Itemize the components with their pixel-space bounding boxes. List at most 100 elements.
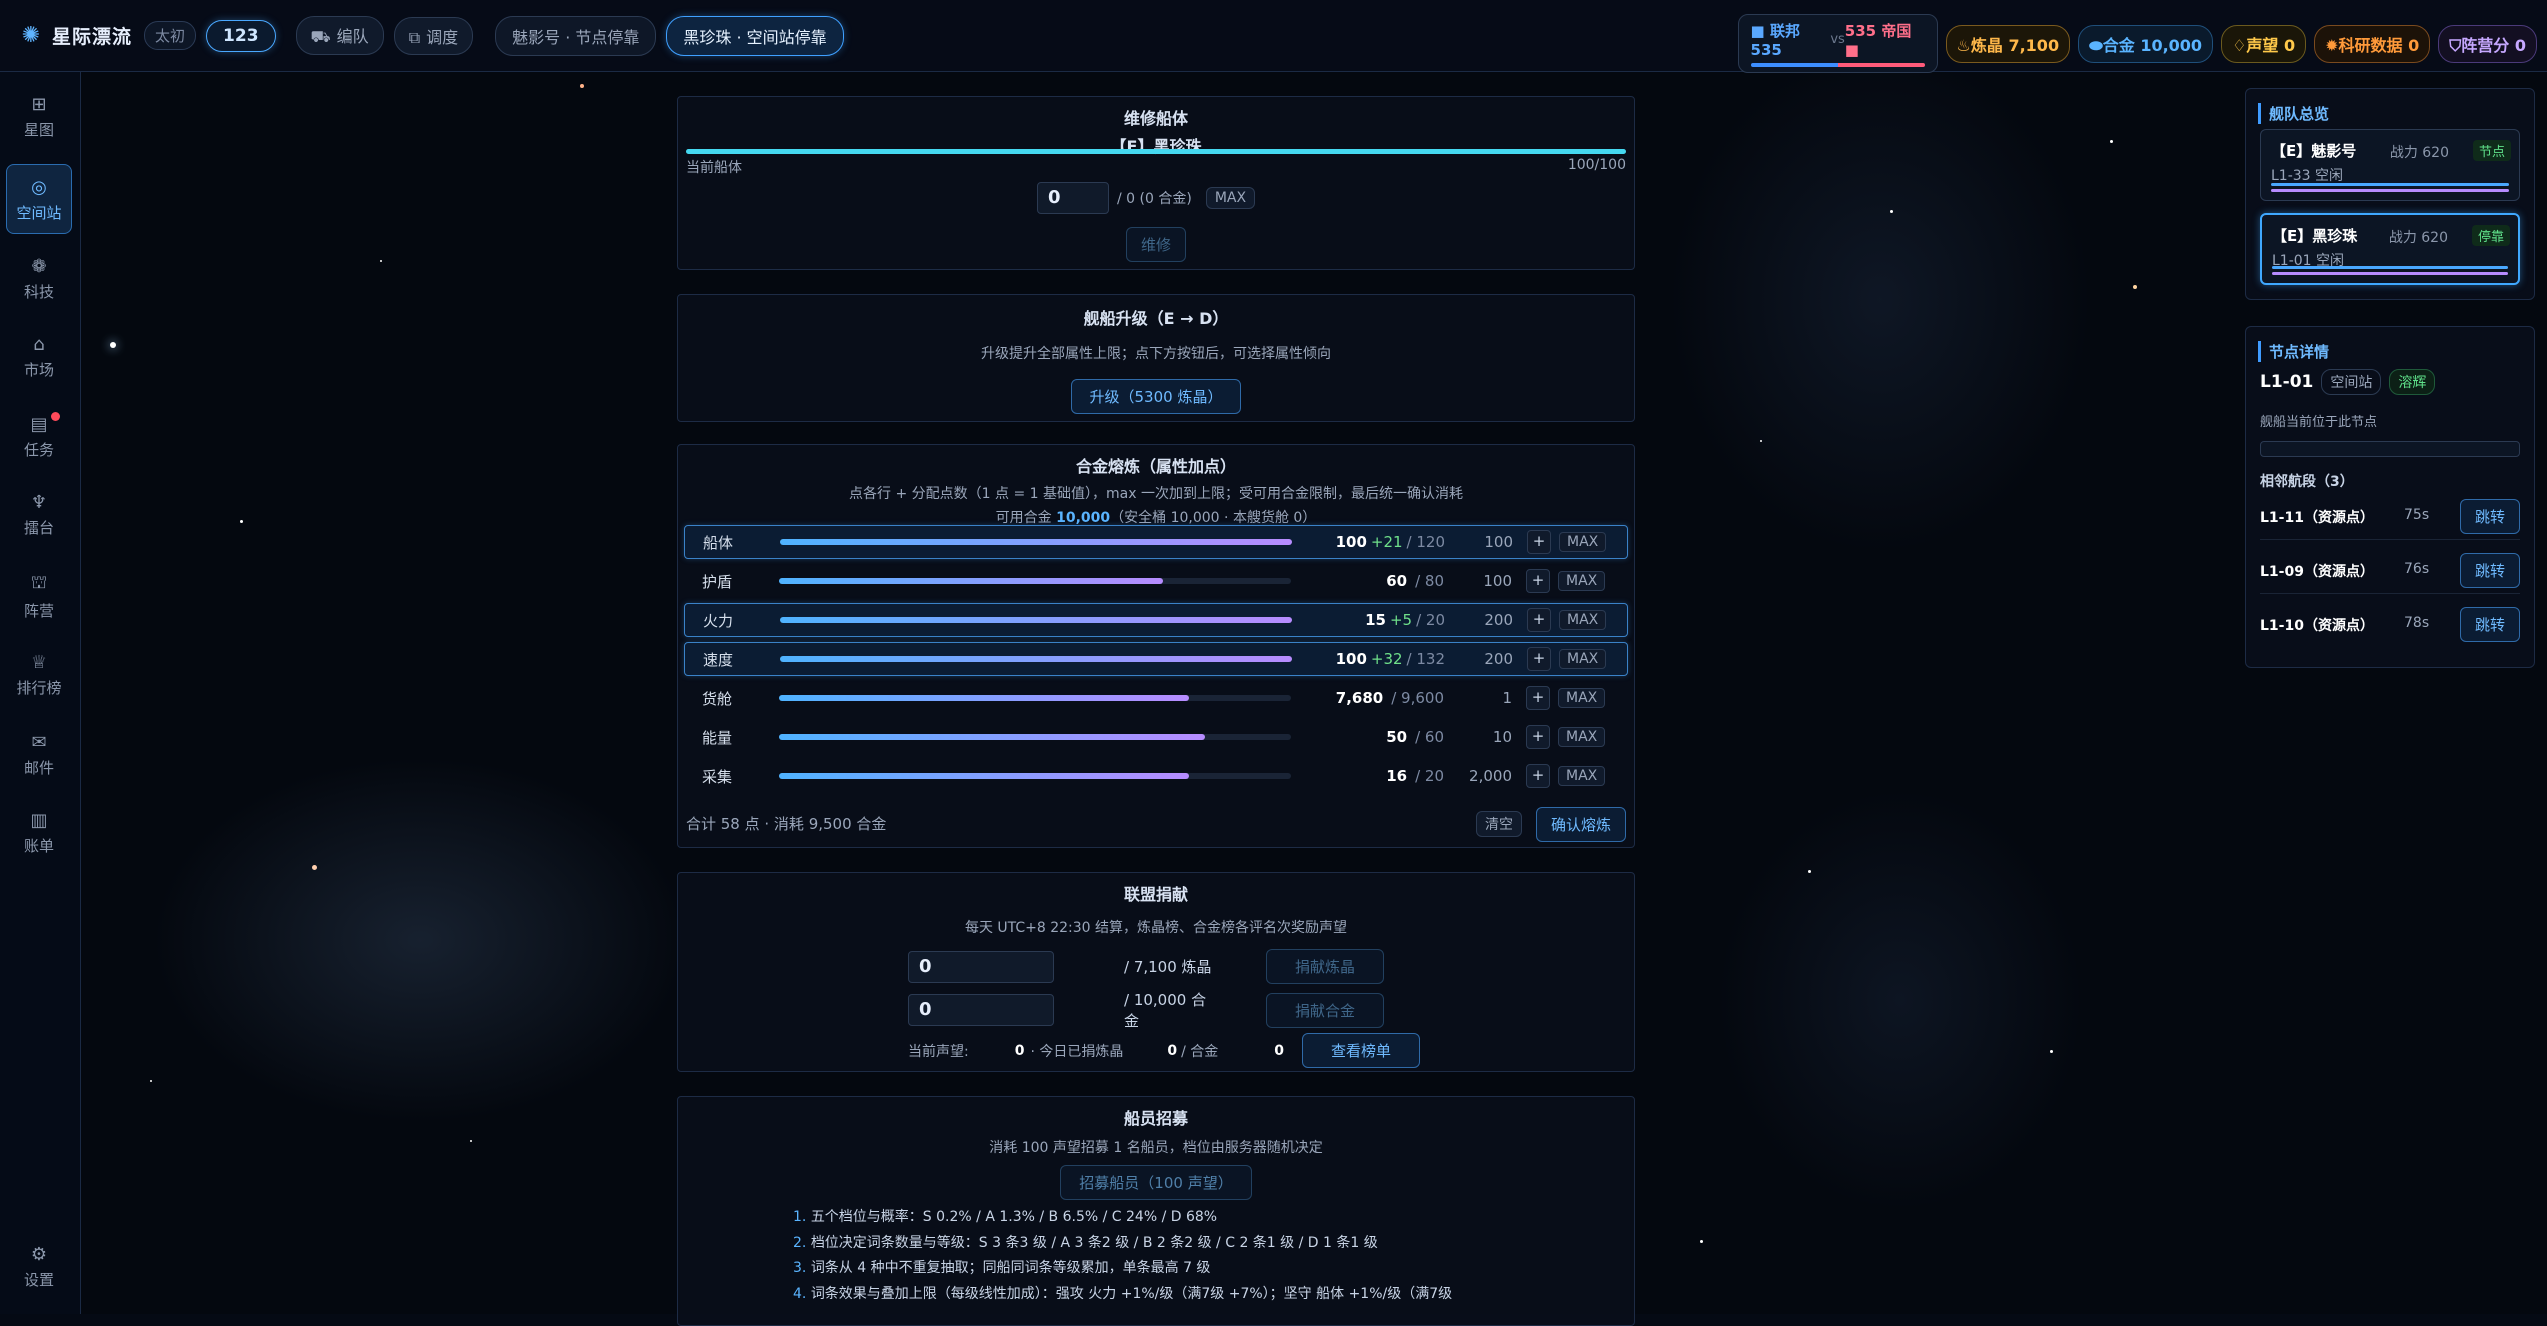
view-leaderboard-button[interactable]: 查看榜单 <box>1302 1033 1421 1068</box>
versus-bar <box>1750 63 1925 67</box>
repair-button[interactable]: 维修 <box>1125 227 1186 262</box>
list-item: 4. 词条效果与叠加上限（每级线性加成）：强攻 火力 +1%/级（满7级 +7%… <box>793 1285 1453 1302</box>
task-icon: ▤ <box>30 414 48 435</box>
attribute-max: / 132 <box>1406 650 1445 668</box>
max-point-button[interactable]: MAX <box>1558 766 1606 786</box>
sidebar-item-label: 设置 <box>23 1271 54 1289</box>
jump-button[interactable]: 跳转 <box>2459 499 2520 534</box>
gear-icon: ⚙ <box>30 1244 48 1265</box>
crystal-donate-text: / 7,100 炼晶 <box>1124 958 1212 976</box>
ship-tab-black-pearl[interactable]: 黑珍珠 · 空间站停靠 <box>666 15 844 56</box>
sidebar-item-leaderboard[interactable]: ♕ 排行榜 <box>6 640 72 710</box>
energy-mini-bar <box>2271 189 2509 192</box>
fleet-card-name: 【E】黑珍珠 <box>2272 227 2358 245</box>
neighbor-time: 76s <box>2404 561 2430 577</box>
fleet-button[interactable]: ⛟ 编队 <box>295 16 384 55</box>
add-point-button[interactable]: + <box>1527 647 1551 671</box>
faction-versus[interactable]: ■ 联邦 535 vs 535 帝国 ■ <box>1737 14 1938 73</box>
jump-button[interactable]: 跳转 <box>2459 607 2520 642</box>
sidebar-item-label: 科技 <box>23 283 54 301</box>
sidebar-item-settings[interactable]: ⚙ 设置 <box>6 1232 72 1302</box>
today-crystal-value: 0 <box>1167 1042 1178 1059</box>
app-logo[interactable]: ✺ 星际漂流 <box>18 22 132 49</box>
attribute-row: 货舱 7,680 / 9,600 1 + MAX <box>684 681 1628 715</box>
alloy-donate-input[interactable]: 0 <box>908 994 1054 1026</box>
rule-text: 五个档位与概率：S 0.2% / A 1.3% / B 6.5% / C 24%… <box>810 1209 1218 1225</box>
confirm-refine-button[interactable]: 确认熔炼 <box>1535 807 1626 842</box>
prestige-resource[interactable]: ♢声望 0 <box>2221 24 2307 63</box>
max-point-button[interactable]: MAX <box>1559 532 1607 552</box>
recruit-button-wrap: 招募船员（100 声望） <box>678 1165 1634 1200</box>
add-point-button[interactable]: + <box>1526 686 1550 710</box>
clear-button[interactable]: 清空 <box>1476 811 1522 837</box>
sidebar-item-camp[interactable]: ⛫ 阵营 <box>6 560 72 630</box>
max-point-button[interactable]: MAX <box>1558 688 1606 708</box>
fleet-card-black-pearl[interactable]: 【E】黑珍珠 战力 620 停靠 L1-01 空闲 <box>2260 213 2520 285</box>
recruit-button[interactable]: 招募船员（100 声望） <box>1060 1165 1252 1200</box>
hull-mini-bar <box>2272 266 2508 269</box>
fleet-icon: ⛟ <box>310 27 331 46</box>
add-point-button[interactable]: + <box>1526 725 1550 749</box>
hull-mini-bar <box>2271 183 2509 186</box>
empire-score: 535 <box>1844 22 1877 40</box>
alloy-refine-title: 合金熔炼（属性加点） <box>1075 457 1236 476</box>
attribute-max: / 80 <box>1415 572 1444 590</box>
upgrade-button-wrap: 升级（5300 炼晶） <box>678 379 1634 414</box>
max-point-button[interactable]: MAX <box>1559 610 1607 630</box>
sidebar-item-tech[interactable]: ❁ 科技 <box>6 244 72 314</box>
attribute-row: 护盾 60 / 80 100 + MAX <box>684 564 1628 598</box>
repair-amount-input[interactable]: 0 <box>1037 182 1109 214</box>
jump-button[interactable]: 跳转 <box>2459 553 2520 588</box>
sidebar-item-label: 任务 <box>23 441 54 459</box>
sidebar-item-label: 排行榜 <box>16 679 62 697</box>
sidebar-item-mail[interactable]: ✉ 邮件 <box>6 720 72 790</box>
donate-alloy-button[interactable]: 捐献合金 <box>1266 992 1384 1028</box>
player-number-badge[interactable]: 123 <box>206 19 276 52</box>
attribute-max: / 20 <box>1416 611 1445 629</box>
upgrade-button[interactable]: 升级（5300 炼晶） <box>1070 379 1242 414</box>
attribute-bar-fill <box>779 773 1189 779</box>
fleet-card-phantom[interactable]: 【E】魅影号 战力 620 节点 L1-33 空闲 <box>2260 129 2520 201</box>
sidebar-item-arena[interactable]: ♆ 擂台 <box>6 480 72 550</box>
sidebar-item-tasks[interactable]: ▤ 任务 <box>6 402 72 472</box>
repair-max-button[interactable]: MAX <box>1205 187 1256 209</box>
max-point-button[interactable]: MAX <box>1559 649 1607 669</box>
attribute-added: +32 <box>1370 650 1403 668</box>
node-desc: 舰船当前位于此节点 <box>2260 415 2378 430</box>
upgrade-title: 舰船升级（E → D） <box>1083 309 1229 328</box>
add-point-button[interactable]: + <box>1527 608 1551 632</box>
sidebar-item-space-station[interactable]: ◎ 空间站 <box>6 164 72 234</box>
camp-resource[interactable]: ⛉阵营分 0 <box>2438 24 2537 63</box>
dispatch-button[interactable]: ⧉ 调度 <box>393 16 474 55</box>
research-resource[interactable]: ✹科研数据 0 <box>2314 24 2431 63</box>
sidebar-item-bills[interactable]: ▥ 账单 <box>6 798 72 868</box>
node-detail-panel: 节点详情 L1-01 空间站 溶辉 舰船当前位于此节点 相邻航段（3） L1-1… <box>2245 326 2535 668</box>
fleet-card-status-badge: 节点 <box>2472 140 2511 161</box>
sidebar-item-star-map[interactable]: ⊞ 星图 <box>6 82 72 152</box>
crew-title: 船员招募 <box>1123 1109 1188 1128</box>
empire-label: 帝国 <box>1881 22 1912 40</box>
prestige-value: 声望 0 <box>2246 35 2296 55</box>
repair-cost-text: / 0 (0 合金) <box>1117 191 1192 207</box>
neighbors-title: 相邻航段（3） <box>2260 474 2354 490</box>
attribute-name: 船体 <box>703 533 734 552</box>
crystal-resource[interactable]: ♨炼晶 7,100 <box>1945 24 2071 63</box>
crystal-donate-input[interactable]: 0 <box>908 950 1054 983</box>
alloy-donate-text: / 10,000 合金 <box>1124 991 1207 1030</box>
ship-tab-phantom[interactable]: 魅影号 · 节点停靠 <box>495 15 657 56</box>
attribute-value: 15 +5/ 20 <box>1292 611 1445 629</box>
prestige-icon: ♢ <box>2232 35 2247 55</box>
node-header: L1-01 空间站 溶辉 <box>2260 369 2436 395</box>
alloy-resource[interactable]: ⬬合金 10,000 <box>2078 24 2214 63</box>
donate-crystal-button[interactable]: 捐献炼晶 <box>1266 949 1384 984</box>
max-point-button[interactable]: MAX <box>1558 727 1606 747</box>
sidebar-item-market[interactable]: ⌂ 市场 <box>6 322 72 392</box>
add-point-button[interactable]: + <box>1526 764 1550 788</box>
add-point-button[interactable]: + <box>1526 569 1550 593</box>
add-point-button[interactable]: + <box>1527 530 1551 554</box>
attribute-bar <box>780 617 1292 623</box>
neighbor-time: 75s <box>2404 507 2430 523</box>
attribute-bar <box>780 656 1292 662</box>
max-point-button[interactable]: MAX <box>1558 571 1606 591</box>
attribute-max: / 120 <box>1406 533 1445 551</box>
